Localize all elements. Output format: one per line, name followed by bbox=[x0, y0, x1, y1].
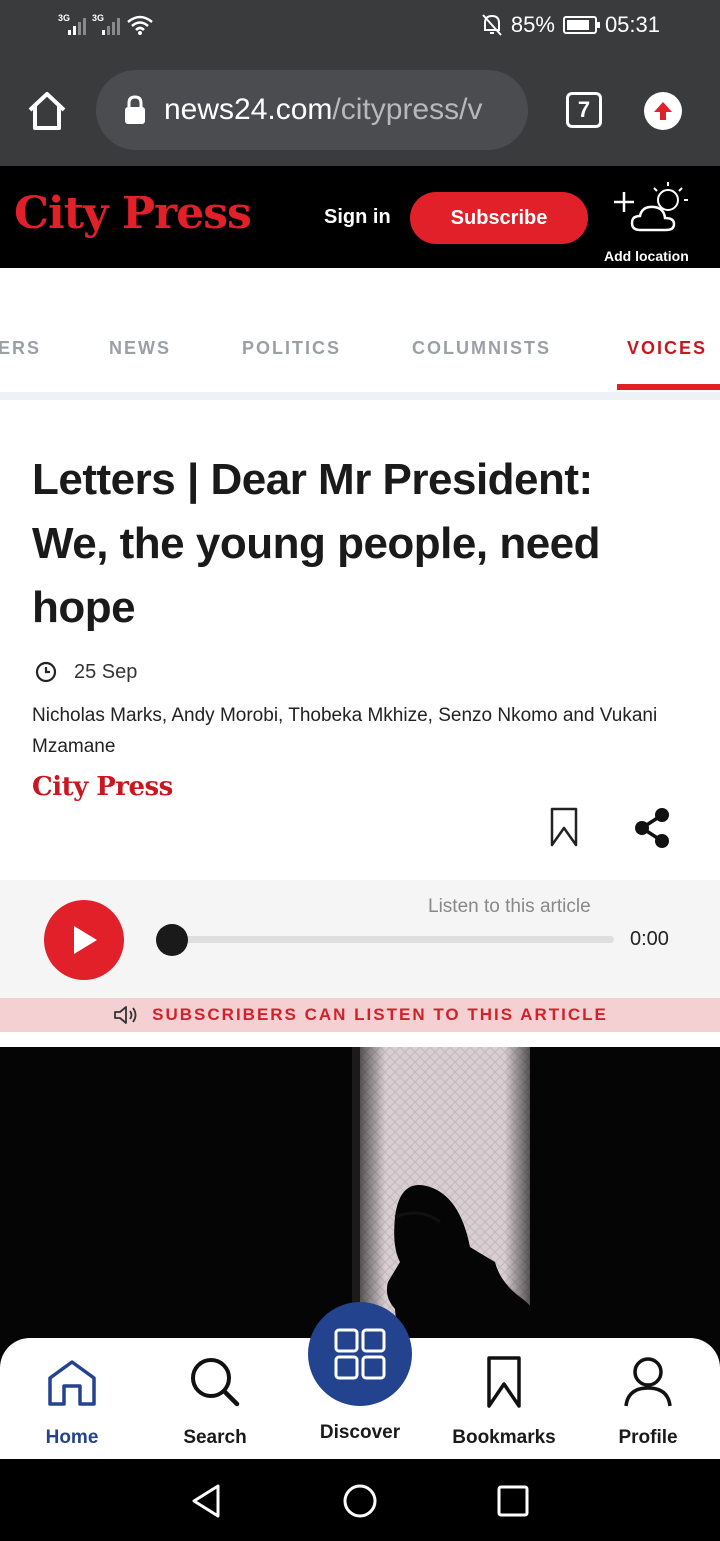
nav-profile-label: Profile bbox=[618, 1427, 678, 1448]
site-header: City Press Sign in Subscribe Add locatio… bbox=[0, 166, 720, 268]
add-location-label: Add location bbox=[604, 248, 689, 264]
browser-toolbar: news24.com/citypress/v 7 bbox=[0, 56, 720, 166]
source-logo[interactable]: City Press bbox=[32, 772, 173, 802]
battery-percent: 85% bbox=[510, 12, 555, 37]
grid-icon bbox=[334, 1328, 386, 1380]
subscribers-listen-banner[interactable]: SUBSCRIBERS CAN LISTEN TO THIS ARTICLE bbox=[0, 998, 720, 1032]
speaker-icon bbox=[114, 1006, 137, 1024]
tabs-button[interactable]: 7 bbox=[566, 92, 602, 128]
status-bar: 3G 3G 85% 05:31 bbox=[0, 0, 720, 56]
url-domain: news24.com bbox=[164, 93, 333, 126]
nav-search-label: Search bbox=[183, 1427, 247, 1448]
nav-bookmarks[interactable]: Bookmarks bbox=[439, 1354, 569, 1449]
discover-button[interactable] bbox=[308, 1302, 412, 1406]
nav-home[interactable]: Home bbox=[7, 1354, 137, 1449]
url-text: news24.com/citypress/v bbox=[164, 93, 482, 127]
tab-count: 7 bbox=[577, 97, 591, 122]
article-headline: Letters | Dear Mr President: We, the you… bbox=[32, 448, 692, 640]
lock-icon bbox=[125, 95, 145, 124]
add-location-button[interactable]: Add location bbox=[600, 180, 710, 264]
network-type-label: 3G bbox=[92, 13, 105, 23]
url-path: /citypress/v bbox=[332, 93, 483, 126]
search-icon bbox=[191, 1358, 240, 1407]
nav-search[interactable]: Search bbox=[150, 1354, 280, 1449]
mute-icon bbox=[482, 14, 502, 36]
headline-line: hope bbox=[32, 583, 136, 632]
play-button[interactable] bbox=[44, 900, 124, 980]
tab-news[interactable]: NEWS bbox=[109, 338, 171, 359]
date-text: 25 Sep bbox=[74, 660, 138, 683]
divider bbox=[0, 392, 720, 400]
signal-icon: 3G bbox=[92, 13, 120, 35]
tab-politics[interactable]: POLITICS bbox=[242, 338, 341, 359]
bookmark-icon[interactable] bbox=[548, 806, 580, 848]
battery-icon bbox=[562, 16, 600, 34]
update-icon[interactable] bbox=[644, 92, 682, 130]
status-icons-right: 85% 05:31 bbox=[481, 12, 660, 38]
audio-progress-thumb[interactable] bbox=[156, 924, 188, 956]
nav-discover-label: Discover bbox=[319, 1422, 401, 1443]
wifi-icon bbox=[127, 15, 153, 35]
nav-profile[interactable]: Profile bbox=[583, 1354, 713, 1449]
active-tab-indicator bbox=[617, 384, 720, 390]
weather-icon bbox=[614, 182, 688, 232]
audio-progress-track[interactable] bbox=[172, 936, 614, 943]
nav-home-label: Home bbox=[45, 1427, 99, 1448]
home-icon bbox=[48, 1360, 96, 1406]
arrow-up-icon bbox=[654, 102, 672, 120]
back-icon[interactable] bbox=[186, 1481, 226, 1521]
category-nav: ERS NEWS POLITICS COLUMNISTS VOICES bbox=[0, 268, 720, 392]
headline-line: Letters | Dear Mr President: bbox=[32, 455, 593, 504]
subscribe-button[interactable]: Subscribe bbox=[410, 192, 588, 244]
article-authors: Nicholas Marks, Andy Morobi, Thobeka Mkh… bbox=[32, 705, 658, 757]
clock: 05:31 bbox=[604, 12, 660, 37]
clock-icon bbox=[35, 661, 57, 683]
status-icons-left: 3G 3G bbox=[58, 13, 154, 36]
network-type-label: 3G bbox=[58, 13, 71, 23]
recent-apps-icon[interactable] bbox=[493, 1481, 533, 1521]
site-logo[interactable]: City Press bbox=[14, 188, 252, 239]
tab-voices[interactable]: VOICES bbox=[627, 338, 707, 359]
play-icon bbox=[74, 926, 97, 954]
signal-icon: 3G bbox=[58, 13, 86, 35]
bookmark-icon bbox=[487, 1356, 521, 1408]
system-navigation bbox=[0, 1459, 720, 1541]
address-bar[interactable]: news24.com/citypress/v bbox=[96, 70, 528, 150]
nav-bookmarks-label: Bookmarks bbox=[452, 1427, 556, 1448]
audio-player: Listen to this article 0:00 bbox=[0, 880, 720, 998]
sign-in-link[interactable]: Sign in bbox=[324, 206, 391, 229]
share-icon[interactable] bbox=[630, 806, 674, 850]
headline-line: We, the young people, need bbox=[32, 519, 601, 568]
audio-time: 0:00 bbox=[630, 928, 669, 950]
listen-label: Listen to this article bbox=[428, 896, 591, 917]
subscribers-notice: SUBSCRIBERS CAN LISTEN TO THIS ARTICLE bbox=[152, 1005, 608, 1024]
publish-date: 25 Sep bbox=[34, 660, 137, 684]
tab-columnists[interactable]: COLUMNISTS bbox=[412, 338, 551, 359]
system-home-icon[interactable] bbox=[340, 1481, 380, 1521]
tab-letters[interactable]: ERS bbox=[0, 338, 41, 359]
home-icon[interactable] bbox=[24, 88, 70, 134]
profile-icon bbox=[624, 1357, 672, 1407]
